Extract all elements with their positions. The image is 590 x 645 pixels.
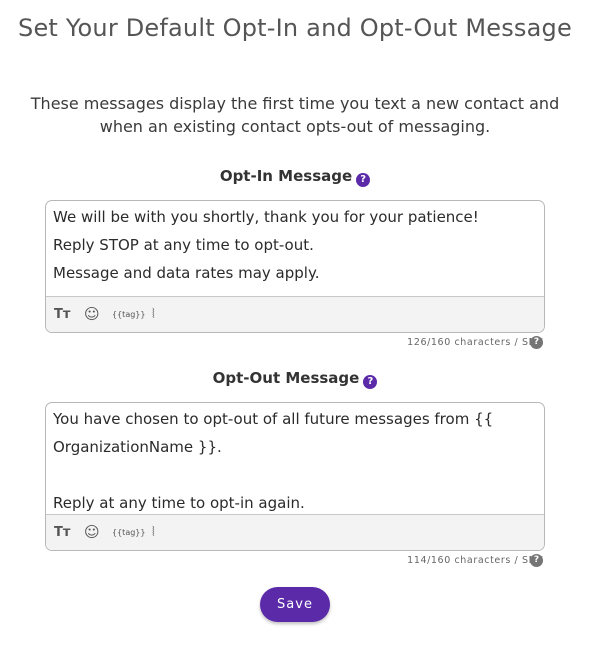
paperclip-icon[interactable]: ⦚ [152,515,155,550]
opt-out-help-icon[interactable]: ? [363,375,378,389]
tag-icon[interactable]: {{tag}} [112,515,145,550]
text-format-icon[interactable]: Tт [54,297,70,332]
opt-in-toolbar: Tт ☺ {{tag}} ⦚ [46,296,544,332]
page-description: These messages display the first time yo… [30,94,560,136]
opt-out-editor[interactable]: You have chosen to opt-out of all future… [45,402,545,551]
opt-out-message-text[interactable]: You have chosen to opt-out of all future… [46,403,544,517]
question-icon[interactable]: ? [530,554,543,567]
text-format-icon[interactable]: Tт [54,515,70,550]
question-icon[interactable]: ? [530,336,543,349]
save-button[interactable]: Save [260,587,330,622]
emoji-icon[interactable]: ☺ [84,297,100,332]
page-title: Set Your Default Opt-In and Opt-Out Mess… [18,14,572,42]
opt-in-message-text[interactable]: We will be with you shortly, thank you f… [46,201,544,287]
emoji-icon[interactable]: ☺ [84,515,100,550]
opt-in-line: We will be with you shortly, thank you f… [53,208,479,226]
paperclip-icon[interactable]: ⦚ [152,297,155,332]
opt-in-label-row: Opt-In Message? [0,167,590,187]
opt-out-line: OrganizationName }}. [53,438,222,456]
opt-in-char-counter: 126/160 characters / SMS [407,337,544,348]
opt-in-line: Message and data rates may apply. [53,264,320,282]
opt-out-label-row: Opt-Out Message? [0,369,590,389]
opt-in-editor[interactable]: We will be with you shortly, thank you f… [45,200,545,333]
opt-out-toolbar: Tт ☺ {{tag}} ⦚ [46,514,544,550]
opt-out-line: Reply at any time to opt-in again. [53,494,305,512]
opt-out-line [53,461,537,489]
opt-out-label: Opt-Out Message [212,369,360,387]
opt-out-char-counter: 114/160 characters / SMS [407,555,544,566]
tag-icon[interactable]: {{tag}} [112,297,145,332]
opt-in-help-icon[interactable]: ? [356,173,371,187]
opt-in-label: Opt-In Message [219,167,353,185]
opt-out-line: You have chosen to opt-out of all future… [53,410,494,428]
opt-in-line: Reply STOP at any time to opt-out. [53,236,314,254]
